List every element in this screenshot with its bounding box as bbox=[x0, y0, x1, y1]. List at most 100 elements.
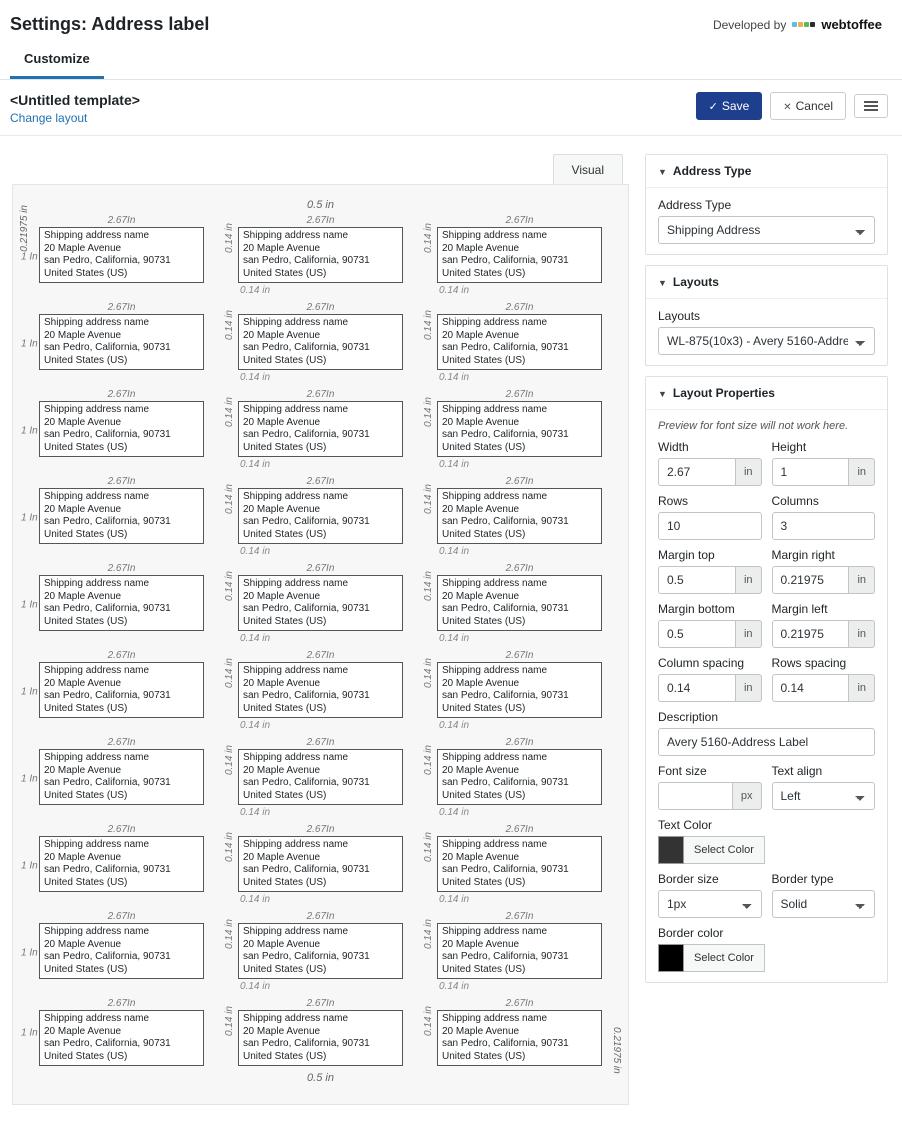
address-box: Shipping address name20 Maple Avenuesan … bbox=[238, 749, 403, 805]
address-box: Shipping address name20 Maple Avenuesan … bbox=[437, 749, 602, 805]
label-cell[interactable]: 2.67In0.14 inShipping address name20 Map… bbox=[437, 824, 602, 905]
main-area: Visual 0.5 in 0.21975 in 0.21975 in 2.67… bbox=[0, 136, 902, 1135]
row-gap-label: 0.14 in bbox=[238, 981, 403, 992]
margin-left-input[interactable] bbox=[772, 620, 850, 648]
chevron-down-icon bbox=[658, 275, 667, 289]
row-spacing-input[interactable] bbox=[772, 674, 850, 702]
address-box: Shipping address name20 Maple Avenuesan … bbox=[238, 662, 403, 718]
row-gap-label: 0.14 in bbox=[437, 372, 602, 383]
panel-head-address-type[interactable]: Address Type bbox=[646, 155, 887, 188]
label-cell[interactable]: 2.67In0.14 inShipping address name20 Map… bbox=[238, 824, 403, 905]
label-cell[interactable]: 2.67In0.14 inShipping address name20 Map… bbox=[437, 737, 602, 818]
address-box: Shipping address name20 Maple Avenuesan … bbox=[238, 488, 403, 544]
label-cell[interactable]: 2.67In0.14 inShipping address name20 Map… bbox=[437, 476, 602, 557]
label-cell[interactable]: 2.67In0.14 inShipping address name20 Map… bbox=[437, 563, 602, 644]
panel-head-layouts[interactable]: Layouts bbox=[646, 266, 887, 299]
address-box: Shipping address name20 Maple Avenuesan … bbox=[437, 923, 602, 979]
row-height-label: 1 In bbox=[21, 860, 38, 871]
label-cell[interactable]: 2.67In0.14 inShipping address name20 Map… bbox=[238, 650, 403, 731]
tab-customize[interactable]: Customize bbox=[10, 41, 104, 79]
label-cell[interactable]: 2.67In1 InShipping address name20 Maple … bbox=[39, 998, 204, 1066]
change-layout-link[interactable]: Change layout bbox=[10, 111, 87, 125]
row-height-label: 1 In bbox=[21, 425, 38, 436]
address-box: Shipping address name20 Maple Avenuesan … bbox=[238, 923, 403, 979]
label-cell[interactable]: 2.67In1 InShipping address name20 Maple … bbox=[39, 737, 204, 818]
border-color-button[interactable]: Select Color bbox=[684, 944, 765, 972]
row-height-label: 1 In bbox=[21, 512, 38, 523]
address-box: Shipping address name20 Maple Avenuesan … bbox=[437, 227, 602, 283]
columns-input[interactable] bbox=[772, 512, 876, 540]
label-cell[interactable]: 2.67In0.14 inShipping address name20 Map… bbox=[437, 389, 602, 470]
panel-head-layout-properties[interactable]: Layout Properties bbox=[646, 377, 887, 410]
row-gap-label: 0.14 in bbox=[238, 285, 403, 296]
address-box: Shipping address name20 Maple Avenuesan … bbox=[238, 227, 403, 283]
brand-name: webtoffee bbox=[821, 17, 882, 32]
label-cell[interactable]: 2.67In0.14 inShipping address name20 Map… bbox=[238, 563, 403, 644]
label-cell[interactable]: 2.67In0.14 inShipping address name20 Map… bbox=[238, 389, 403, 470]
col-width-label: 2.67In bbox=[238, 215, 403, 226]
preview-tab-visual[interactable]: Visual bbox=[553, 154, 623, 185]
margin-bottom-input[interactable] bbox=[658, 620, 736, 648]
text-color-button[interactable]: Select Color bbox=[684, 836, 765, 864]
col-width-label: 2.67In bbox=[437, 389, 602, 400]
label-cell[interactable]: 2.67In0.14 inShipping address name20 Map… bbox=[437, 302, 602, 383]
column-spacing-input[interactable] bbox=[658, 674, 736, 702]
row-gap-label: 0.14 in bbox=[437, 981, 602, 992]
row-gap-side-label: 0.14 in bbox=[224, 484, 235, 514]
row-gap-side-label: 0.14 in bbox=[423, 1006, 434, 1036]
address-box: Shipping address name20 Maple Avenuesan … bbox=[39, 749, 204, 805]
more-menu-button[interactable] bbox=[854, 94, 888, 118]
address-box: Shipping address name20 Maple Avenuesan … bbox=[238, 401, 403, 457]
col-width-label: 2.67In bbox=[437, 824, 602, 835]
address-box: Shipping address name20 Maple Avenuesan … bbox=[238, 836, 403, 892]
label-cell[interactable]: 2.67In0.14 inShipping address name20 Map… bbox=[238, 476, 403, 557]
save-button[interactable]: Save bbox=[696, 92, 763, 120]
label-cell[interactable]: 2.67In1 InShipping address name20 Maple … bbox=[39, 389, 204, 470]
label-cell[interactable]: 2.67In1 InShipping address name20 Maple … bbox=[39, 476, 204, 557]
col-width-label: 2.67In bbox=[238, 911, 403, 922]
col-width-label: 2.67In bbox=[39, 302, 204, 313]
row-height-label: 1 In bbox=[21, 338, 38, 349]
address-box: Shipping address name20 Maple Avenuesan … bbox=[238, 1010, 403, 1066]
width-input[interactable] bbox=[658, 458, 736, 486]
label-cell[interactable]: 2.67In1 InShipping address name20 Maple … bbox=[39, 302, 204, 383]
label-cell[interactable]: 2.67In1 InShipping address name20 Maple … bbox=[39, 650, 204, 731]
address-box: Shipping address name20 Maple Avenuesan … bbox=[39, 923, 204, 979]
description-input[interactable] bbox=[658, 728, 875, 756]
label-cell[interactable]: 2.67In1 InShipping address name20 Maple … bbox=[39, 824, 204, 905]
row-gap-side-label: 0.14 in bbox=[224, 832, 235, 862]
col-width-label: 2.67In bbox=[238, 650, 403, 661]
label-cell[interactable]: 2.67In0.14 inShipping address name20 Map… bbox=[437, 215, 602, 296]
label-cell[interactable]: 2.67In1 InShipping address name20 Maple … bbox=[39, 215, 204, 296]
col-width-label: 2.67In bbox=[238, 824, 403, 835]
border-size-select[interactable]: 1px bbox=[658, 890, 762, 918]
rows-input[interactable] bbox=[658, 512, 762, 540]
label-cell[interactable]: 2.67In 0.14 in Shipping address name20 Map… bbox=[238, 215, 403, 296]
margin-top-input[interactable] bbox=[658, 566, 736, 594]
label-cell[interactable]: 2.67In0.14 inShipping address name20 Map… bbox=[238, 737, 403, 818]
label-cell[interactable]: 2.67In1 InShipping address name20 Maple … bbox=[39, 563, 204, 644]
layouts-select[interactable]: WL-875(10x3) - Avery 5160-Address Label bbox=[658, 327, 875, 355]
label-cell[interactable]: 2.67In0.14 inShipping address name20 Map… bbox=[238, 302, 403, 383]
margin-right-input[interactable] bbox=[772, 566, 850, 594]
address-type-label: Address Type bbox=[658, 198, 875, 212]
border-type-select[interactable]: Solid bbox=[772, 890, 876, 918]
text-align-select[interactable]: Left bbox=[772, 782, 876, 810]
row-gap-side-label: 0.14 in bbox=[423, 832, 434, 862]
address-box: Shipping address name20 Maple Avenuesan … bbox=[39, 575, 204, 631]
label-cell[interactable]: 2.67In 0.14 in Shipping address name20 Map… bbox=[238, 911, 403, 992]
panel-address-type: Address Type Address Type Shipping Addre… bbox=[645, 154, 888, 255]
label-cell[interactable]: 2.67In0.14 inShipping address name20 Map… bbox=[437, 911, 602, 992]
cancel-button[interactable]: Cancel bbox=[770, 92, 846, 120]
label-cell[interactable]: 2.67In0.14 inShipping address name20 Map… bbox=[238, 998, 403, 1066]
row-gap-side-label: 0.14 in bbox=[423, 223, 434, 253]
height-input[interactable] bbox=[772, 458, 850, 486]
label-cell[interactable]: 2.67In1 InShipping address name20 Maple … bbox=[39, 911, 204, 992]
tabs-bar: Customize bbox=[0, 41, 902, 80]
label-cell[interactable]: 2.67In0.14 inShipping address name20 Map… bbox=[437, 650, 602, 731]
font-size-input[interactable] bbox=[658, 782, 733, 810]
row-gap-side-label: 0.14 in bbox=[224, 1006, 235, 1036]
address-box: Shipping address name20 Maple Avenuesan … bbox=[437, 575, 602, 631]
label-cell[interactable]: 2.67In0.14 inShipping address name20 Map… bbox=[437, 998, 602, 1066]
address-type-select[interactable]: Shipping Address bbox=[658, 216, 875, 244]
